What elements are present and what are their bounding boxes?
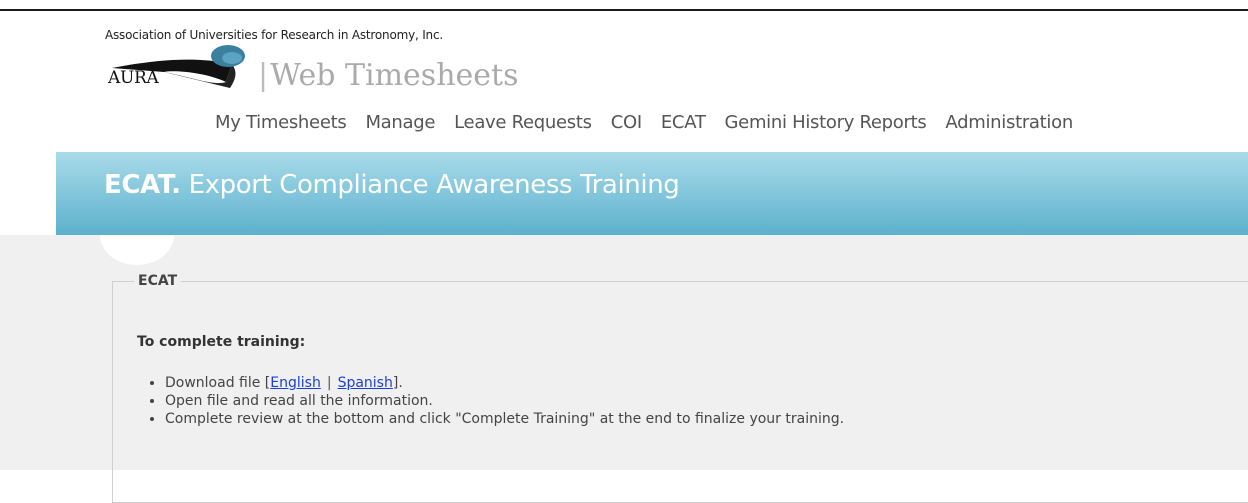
nav-leave-requests[interactable]: Leave Requests (454, 112, 592, 133)
page-title-text: Export Compliance Awareness Training (188, 170, 680, 200)
nav-coi[interactable]: COI (611, 112, 642, 133)
app-title-text: Web Timesheets (270, 58, 519, 93)
ecat-legend: ECAT (138, 273, 178, 289)
training-intro: To complete training: (137, 334, 306, 350)
download-prefix: Download file [ (165, 375, 271, 391)
organization-name: Association of Universities for Research… (105, 28, 443, 42)
link-separator: | (326, 375, 332, 391)
app-title: |Web Timesheets (258, 58, 519, 93)
step-complete: Complete review at the bottom and click … (165, 410, 844, 428)
nav-administration[interactable]: Administration (945, 112, 1073, 133)
step-open: Open file and read all the information. (165, 392, 844, 410)
nav-gemini-history-reports[interactable]: Gemini History Reports (725, 112, 927, 133)
download-suffix: ]. (392, 375, 403, 391)
page-title-abbr: ECAT. (104, 170, 181, 200)
nav-ecat[interactable]: ECAT (661, 112, 706, 133)
nav-my-timesheets[interactable]: My Timesheets (215, 112, 347, 133)
training-steps: Download file [English | Spanish]. Open fi… (137, 374, 844, 428)
page-title: ECAT. Export Compliance Awareness Trainin… (104, 170, 680, 200)
ecat-fieldset: ECAT To complete training: Download file… (112, 273, 1248, 503)
top-rule (0, 9, 1248, 11)
english-link[interactable]: English (270, 375, 321, 391)
main-nav: My Timesheets Manage Leave Requests COI … (215, 112, 1092, 133)
logo-text: AURA (108, 68, 159, 88)
spanish-link[interactable]: Spanish (338, 375, 393, 391)
step-download: Download file [English | Spanish]. (165, 374, 844, 392)
nav-manage[interactable]: Manage (365, 112, 435, 133)
page-banner: ECAT. Export Compliance Awareness Trainin… (56, 152, 1248, 235)
